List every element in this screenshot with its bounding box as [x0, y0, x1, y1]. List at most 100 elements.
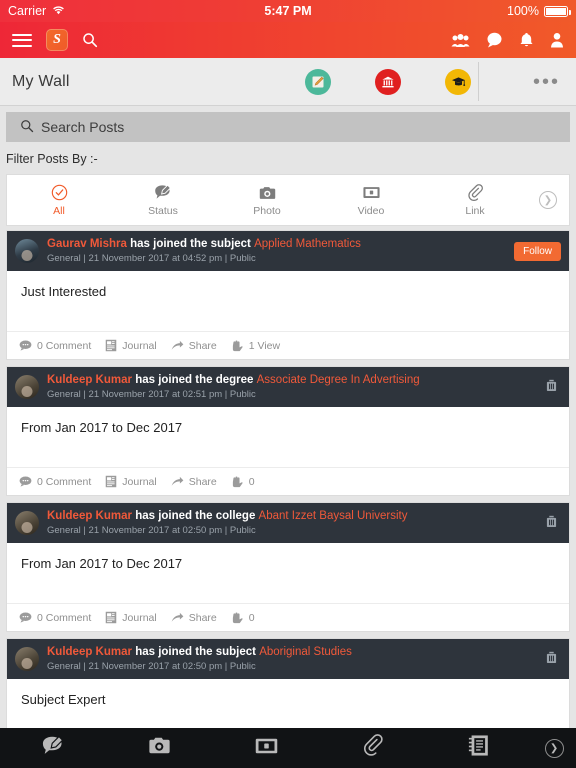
share-label: Share — [188, 339, 217, 352]
post-headline: Gaurav Mishra has joined the subject App… — [47, 237, 506, 251]
compose-journal-button[interactable] — [426, 734, 532, 762]
delete-post-icon[interactable] — [542, 651, 561, 667]
views-label: 0 — [248, 475, 255, 488]
journal-button[interactable]: Journal — [105, 611, 157, 624]
journal-button[interactable]: Journal — [105, 339, 157, 352]
filter-tab-label: All — [53, 205, 65, 217]
page-title: My Wall — [12, 72, 70, 90]
share-button[interactable]: Share — [171, 612, 217, 624]
filter-posts-label: Filter Posts By :- — [0, 142, 576, 174]
follow-button[interactable]: Follow — [514, 241, 561, 261]
views-indicator: 0 — [231, 612, 255, 624]
comment-button[interactable]: 0 Comment — [19, 476, 91, 488]
share-button[interactable]: Share — [171, 340, 217, 352]
post-actions: 0 Comment Journal Share 0 — [7, 467, 569, 495]
person-icon[interactable] — [550, 32, 564, 48]
post-object[interactable]: Abant Izzet Baysal University — [259, 510, 408, 522]
comment-icon — [19, 612, 32, 623]
post-feed[interactable]: Gaurav Mishra has joined the subject App… — [0, 230, 576, 728]
comment-icon — [19, 340, 32, 351]
paperclip-icon — [362, 734, 383, 762]
battery-percent-label: 100% — [507, 4, 539, 18]
search-posts-bar[interactable]: Search Posts — [6, 112, 570, 142]
post-author[interactable]: Kuldeep Kumar — [47, 646, 132, 658]
compose-photo-button[interactable] — [106, 735, 212, 761]
status-pen-icon — [41, 735, 65, 762]
post-author[interactable]: Kuldeep Kumar — [47, 510, 132, 522]
comment-button[interactable]: 0 Comment — [19, 612, 91, 624]
battery-full-icon — [544, 5, 571, 17]
post-author[interactable]: Kuldeep Kumar — [47, 374, 132, 386]
compose-next-button[interactable]: ❯ — [532, 738, 576, 758]
post-object[interactable]: Associate Degree In Advertising — [257, 374, 420, 386]
chat-bubble-icon[interactable] — [486, 32, 503, 48]
chevron-right-icon: ❯ — [544, 738, 564, 758]
post-action: has joined the degree — [135, 374, 254, 386]
compose-status-button[interactable] — [0, 735, 106, 762]
avatar[interactable] — [15, 511, 39, 535]
views-hand-icon — [232, 339, 243, 351]
share-arrow-icon — [171, 340, 184, 350]
delete-post-icon[interactable] — [542, 379, 561, 395]
journal-label: Journal — [122, 611, 157, 624]
nav-left-group: S — [12, 29, 98, 51]
avatar[interactable] — [15, 647, 39, 671]
post-card: Kuldeep Kumar has joined the college Aba… — [6, 502, 570, 632]
hamburger-menu-icon[interactable] — [12, 33, 32, 47]
status-pen-icon — [154, 183, 172, 202]
filter-tab-video[interactable]: Video — [319, 183, 423, 217]
graduation-cap-icon[interactable] — [445, 68, 471, 95]
filter-tab-all[interactable]: All — [7, 183, 111, 217]
post-header: Kuldeep Kumar has joined the college Aba… — [7, 503, 569, 543]
post-action: has joined the college — [135, 510, 256, 522]
views-hand-icon — [232, 475, 243, 487]
post-body: Subject Expert — [21, 692, 106, 707]
filter-tab-photo[interactable]: Photo — [215, 183, 319, 217]
post-body: From Jan 2017 to Dec 2017 — [21, 420, 183, 435]
comment-label: 0 Comment — [37, 475, 92, 488]
post-object[interactable]: Applied Mathematics — [254, 238, 361, 250]
search-section: Search Posts — [0, 106, 576, 142]
more-options-icon[interactable]: ••• — [533, 72, 560, 92]
search-icon[interactable] — [82, 32, 98, 48]
post-header-text: Kuldeep Kumar has joined the college Aba… — [47, 509, 534, 537]
search-input[interactable]: Search Posts — [41, 119, 124, 135]
delete-post-icon[interactable] — [542, 515, 561, 531]
people-group-icon[interactable] — [451, 33, 470, 48]
post-card: Kuldeep Kumar has joined the subject Abo… — [6, 638, 570, 728]
share-label: Share — [188, 475, 217, 488]
institution-icon[interactable] — [375, 68, 401, 95]
post-object[interactable]: Aboriginal Studies — [259, 646, 352, 658]
compose-post-icon[interactable] — [305, 68, 331, 95]
filter-next-button[interactable]: ❯ — [527, 191, 569, 209]
post-headline: Kuldeep Kumar has joined the college Aba… — [47, 509, 534, 523]
video-icon — [362, 183, 381, 202]
bell-icon[interactable] — [519, 32, 534, 48]
journal-button[interactable]: Journal — [105, 475, 157, 488]
camera-icon — [147, 735, 172, 761]
post-header: Kuldeep Kumar has joined the subject Abo… — [7, 639, 569, 679]
post-author[interactable]: Gaurav Mishra — [47, 238, 127, 250]
app-logo-icon[interactable]: S — [46, 29, 68, 51]
share-button[interactable]: Share — [171, 476, 217, 488]
post-body: Just Interested — [21, 284, 107, 299]
filter-tabs: All Status Photo Video Link ❯ — [6, 174, 570, 226]
journal-icon — [106, 611, 117, 624]
check-circle-icon — [51, 183, 68, 202]
journal-book-icon — [468, 734, 489, 762]
compose-attachment-button[interactable] — [319, 734, 425, 762]
avatar[interactable] — [15, 375, 39, 399]
compose-video-button[interactable] — [213, 736, 319, 761]
views-indicator: 0 — [231, 476, 255, 488]
filter-tab-status[interactable]: Status — [111, 183, 215, 217]
post-action: has joined the subject — [130, 238, 251, 250]
avatar[interactable] — [15, 239, 39, 263]
filter-tab-link[interactable]: Link — [423, 183, 527, 217]
paperclip-icon — [467, 183, 483, 202]
post-card: Gaurav Mishra has joined the subject App… — [6, 230, 570, 360]
post-meta: General | 21 November 2017 at 02:50 pm |… — [47, 525, 256, 536]
journal-icon — [106, 339, 117, 352]
title-action-group — [305, 68, 471, 95]
comment-button[interactable]: 0 Comment — [19, 340, 91, 352]
comment-label: 0 Comment — [37, 339, 92, 352]
